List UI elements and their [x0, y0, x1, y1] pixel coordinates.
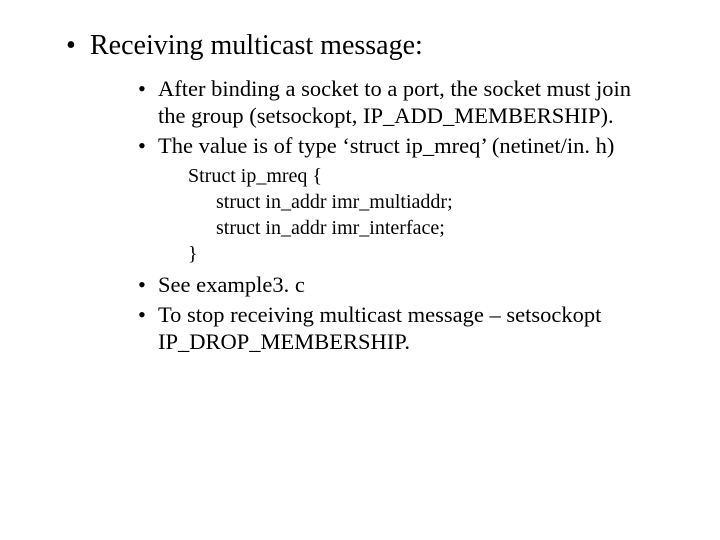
- bullet-list-level-1: Receiving multicast message: After bindi…: [0, 28, 720, 356]
- bullet-list-level-2: After binding a socket to a port, the so…: [90, 75, 720, 356]
- heading-item: Receiving multicast message: After bindi…: [90, 28, 720, 356]
- code-line-4: }: [188, 241, 660, 267]
- sub-item-a: After binding a socket to a port, the so…: [158, 75, 720, 130]
- sub-item-b: The value is of type ‘struct ip_mreq’ (n…: [158, 132, 720, 267]
- slide: Receiving multicast message: After bindi…: [0, 0, 720, 540]
- sub-item-b-text: The value is of type ‘struct ip_mreq’ (n…: [158, 133, 614, 158]
- sub-item-d: To stop receiving multicast message – se…: [158, 301, 720, 356]
- code-line-2: struct in_addr imr_multiaddr;: [188, 189, 660, 215]
- heading-text: Receiving multicast message:: [90, 30, 423, 61]
- sub-item-c: See example3. c: [158, 271, 720, 298]
- code-block: Struct ip_mreq { struct in_addr imr_mult…: [158, 163, 660, 267]
- code-line-3: struct in_addr imr_interface;: [188, 215, 660, 241]
- code-line-1: Struct ip_mreq {: [188, 163, 660, 189]
